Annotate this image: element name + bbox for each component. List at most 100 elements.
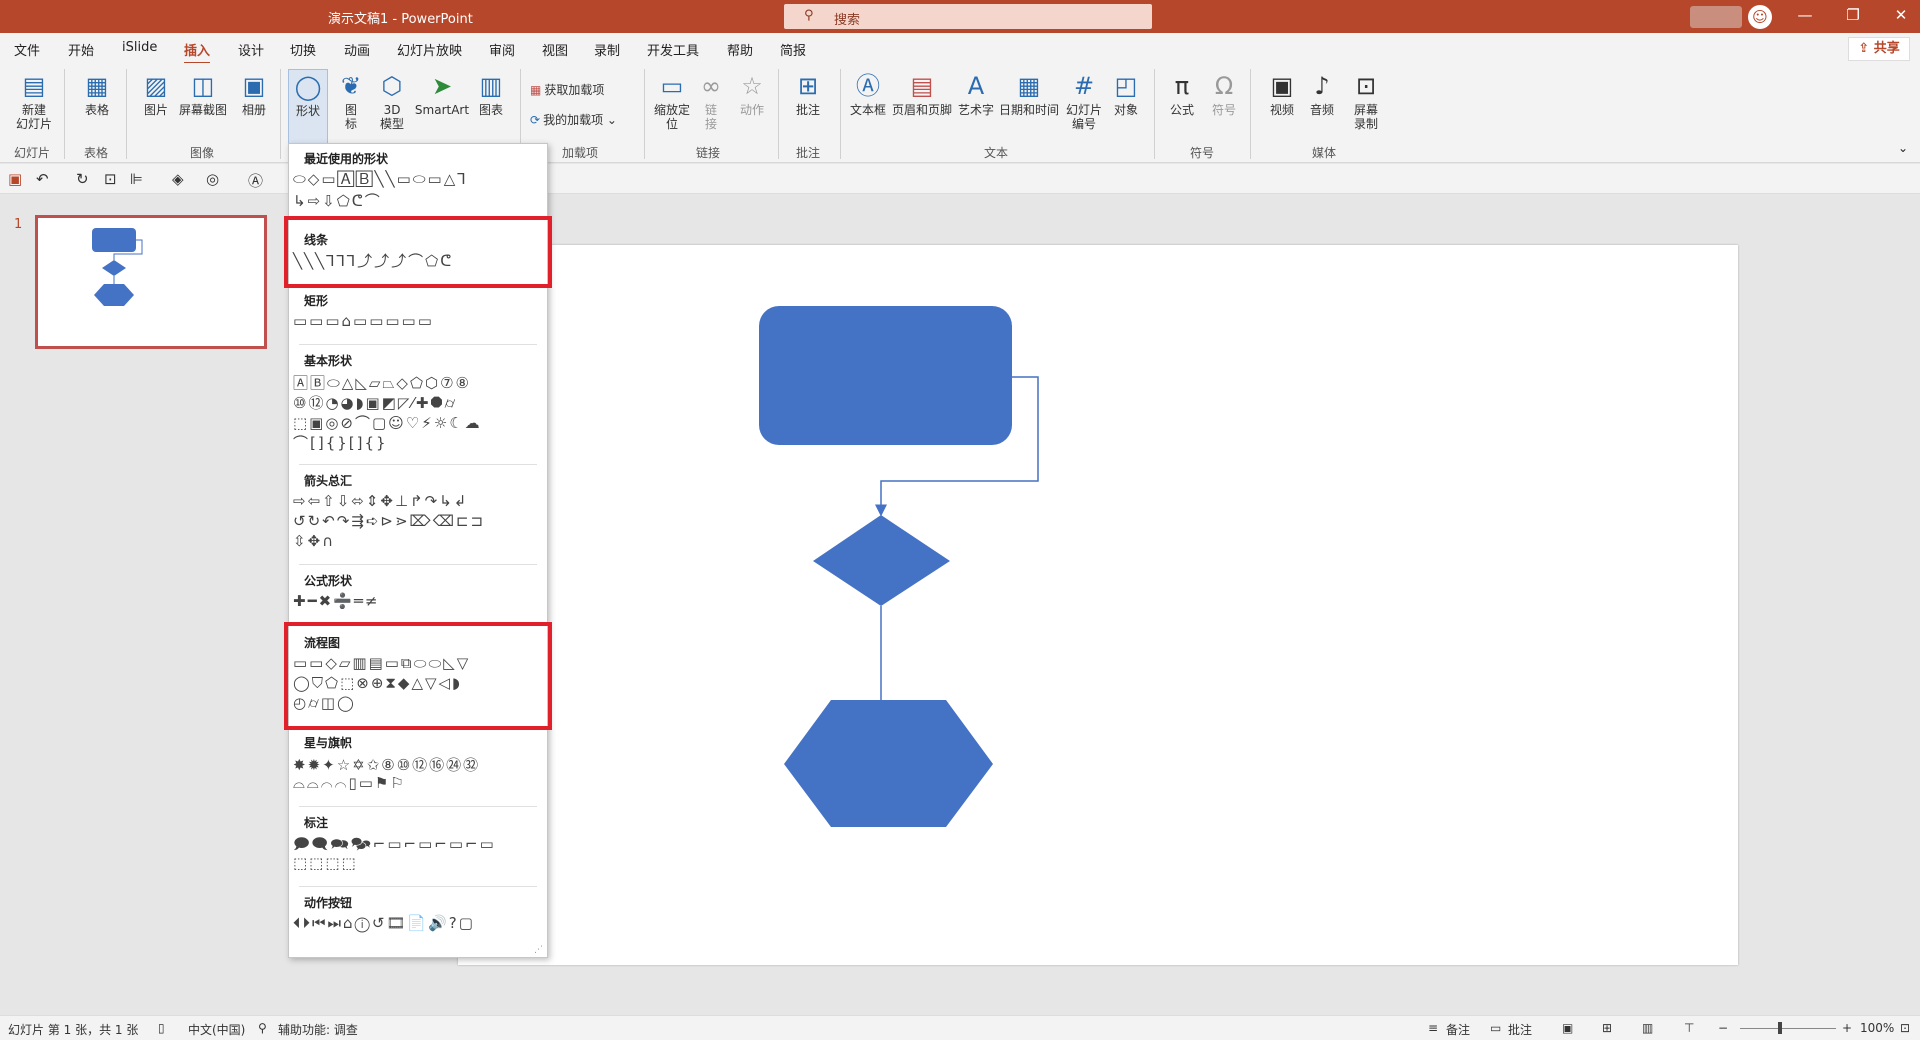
shapes-button[interactable]: ◯ 形状	[288, 69, 328, 147]
resize-grip-icon[interactable]: ⋰	[534, 945, 543, 955]
link-icon: ∞	[701, 72, 721, 100]
highlight-lines	[284, 216, 552, 288]
notes-button[interactable]: 备注	[1446, 1021, 1470, 1038]
album-button[interactable]: ▣ 相册	[234, 69, 274, 117]
slide-sorter-icon[interactable]: ⊞	[1602, 1021, 1612, 1035]
equation-button[interactable]: π 公式	[1164, 69, 1200, 117]
search-box[interactable]: ⚲ 搜索	[784, 4, 1152, 29]
audio-button[interactable]: ♪ 音频	[1304, 69, 1340, 117]
tab-review[interactable]: 审阅	[489, 40, 515, 59]
spellcheck-icon[interactable]: ▯	[158, 1021, 165, 1035]
fill-color-icon[interactable]: ◈	[172, 170, 184, 188]
language[interactable]: 中文(中国)	[188, 1021, 245, 1038]
search-placeholder: 搜索	[834, 13, 861, 28]
accessibility-status[interactable]: 辅助功能: 调查	[278, 1021, 358, 1038]
basic-row-3[interactable]: ⬚▣◎⊘⌒▢☺♡⚡☼☾☁	[293, 412, 482, 433]
fit-slide-icon[interactable]: ⊡	[1900, 1021, 1910, 1035]
arrows-row-3[interactable]: ⇳✥∩	[293, 532, 335, 550]
tab-help[interactable]: 帮助	[727, 40, 753, 59]
tab-animations[interactable]: 动画	[344, 40, 370, 59]
basic-row-1[interactable]: 🄰🄱⬭△◺▱⏢◇⬠⬡⑦⑧	[293, 372, 471, 393]
comments-button[interactable]: 批注	[1508, 1021, 1532, 1038]
picture-button[interactable]: ▨ 图片	[132, 69, 180, 117]
rectangles-row[interactable]: ▭▭▭⌂▭▭▭▭▭	[293, 312, 434, 330]
datetime-button[interactable]: ▦ 日期和时间	[998, 69, 1060, 117]
wordart-button[interactable]: A 艺术字	[956, 69, 996, 117]
object-button[interactable]: ◰ 对象	[1108, 69, 1144, 117]
slideshow-icon[interactable]: ⊤	[1684, 1021, 1694, 1035]
tab-transitions[interactable]: 切换	[290, 40, 316, 59]
comment-button[interactable]: ⊞ 批注	[786, 69, 830, 117]
arrows-row-1[interactable]: ⇨⇦⇧⇩⬄⇕✥⊥↱↷↳↲	[293, 492, 468, 510]
arrows-row-2[interactable]: ↺↻↶↷⇶➪⊳⋗⌦⌫⊏⊐	[293, 512, 485, 530]
user-name[interactable]	[1690, 6, 1742, 28]
tab-brief[interactable]: 简报	[780, 40, 806, 59]
tab-insert[interactable]: 插入	[184, 40, 211, 65]
minimize-icon[interactable]: —	[1790, 6, 1820, 28]
get-addins-label: 获取加载项	[544, 83, 605, 97]
tab-slideshow[interactable]: 幻灯片放映	[397, 40, 462, 59]
tab-record[interactable]: 录制	[594, 40, 620, 59]
get-addins-button[interactable]: ▦ 获取加载项	[530, 81, 604, 98]
slide-thumbnail[interactable]	[35, 215, 267, 349]
table-button[interactable]: ▦ 表格	[72, 69, 122, 117]
screenshot-button[interactable]: ◫ 屏幕截图	[178, 69, 228, 117]
slide-canvas[interactable]	[458, 245, 1738, 965]
reading-view-icon[interactable]: ▥	[1642, 1021, 1653, 1035]
link-button[interactable]: ∞ 链 接	[696, 69, 726, 131]
shape-outline-icon[interactable]: ◎	[206, 170, 219, 188]
tab-developer[interactable]: 开发工具	[647, 40, 699, 59]
new-slide-button[interactable]: ▤ 新建 幻灯片	[8, 69, 60, 131]
restore-icon[interactable]: ❐	[1838, 6, 1868, 28]
avatar[interactable]: ☺	[1748, 5, 1772, 29]
hexagon-shape[interactable]	[784, 700, 993, 827]
stars-row-1[interactable]: ✸✹✦☆✡✩⑧⑩⑫⑯㉔㉜	[293, 754, 480, 775]
zoom-button[interactable]: ▭ 缩放定 位	[650, 69, 694, 131]
rounded-rectangle-shape[interactable]	[759, 306, 1012, 445]
save-icon[interactable]: ▣	[8, 170, 22, 188]
callouts-row-2[interactable]: ⬚⬚⬚⬚	[293, 854, 358, 872]
align-icon[interactable]: ⊫	[130, 170, 143, 188]
icons-button[interactable]: ❦ 图 标	[334, 69, 368, 131]
zoom-slider-thumb[interactable]	[1778, 1022, 1782, 1034]
slide-number-button[interactable]: # 幻灯片 编号	[1062, 69, 1106, 131]
smartart-button[interactable]: ➤ SmartArt	[414, 69, 470, 117]
undo-icon[interactable]: ↶	[36, 170, 49, 188]
my-addins-button[interactable]: ⟳ 我的加载项 ⌄	[530, 111, 617, 128]
shapes-label: 形状	[295, 104, 320, 118]
tab-design[interactable]: 设计	[238, 40, 264, 59]
screen-recording-button[interactable]: ⊡ 屏幕 录制	[1346, 69, 1386, 131]
tab-islide[interactable]: iSlide	[122, 40, 157, 55]
tab-file[interactable]: 文件	[14, 40, 40, 59]
textbox-button[interactable]: Ⓐ 文本框	[846, 69, 890, 117]
collapse-ribbon-icon[interactable]: ⌄	[1898, 141, 1908, 155]
action-buttons-row[interactable]: ⏴⏵⏮⏭⌂ⓘ↺🎞📄🔊?▢	[293, 914, 475, 932]
action-button[interactable]: ☆ 动作	[734, 69, 770, 117]
video-button[interactable]: ▣ 视频	[1264, 69, 1300, 117]
recent-shapes-row-2[interactable]: ↳⇨⇩⬠ᕦ⌒	[293, 190, 382, 211]
header-footer-button[interactable]: ▤ 页眉和页脚	[890, 69, 954, 117]
present-icon[interactable]: ⊡	[104, 170, 117, 188]
zoom-out-icon[interactable]: −	[1718, 1021, 1728, 1035]
stars-row-2[interactable]: ⌓⌓⌒⌒▯▭⚑⚐	[293, 774, 406, 792]
basic-row-4[interactable]: ⌒[]{}[]{}	[293, 432, 388, 453]
share-button[interactable]: ⇪ 共享	[1848, 37, 1910, 61]
basic-row-2[interactable]: ⑩⑫◔◕◗▣◩◸⁄✚⯃⌭	[293, 392, 457, 413]
title-bar: 演示文稿1 - PowerPoint ⚲ 搜索 ☺ — ❐ ✕	[0, 0, 1920, 33]
normal-view-icon[interactable]: ▣	[1562, 1021, 1573, 1035]
redo-icon[interactable]: ↻	[76, 170, 89, 188]
tab-view[interactable]: 视图	[542, 40, 568, 59]
equation-row[interactable]: ✚━✖➗═≠	[293, 592, 379, 610]
tab-home[interactable]: 开始	[68, 40, 94, 59]
zoom-slider[interactable]	[1740, 1028, 1836, 1029]
chart-button[interactable]: ▥ 图表	[474, 69, 508, 117]
diamond-shape[interactable]	[813, 515, 950, 606]
3d-model-button[interactable]: ⬡ 3D 模型	[372, 69, 412, 131]
recent-shapes-row-1[interactable]: ⬭◇▭🄰🄱╲╲▭⬭▭△⅂	[293, 170, 468, 188]
zoom-in-icon[interactable]: +	[1842, 1021, 1852, 1035]
textbox-qat-icon[interactable]: Ⓐ	[248, 170, 263, 191]
wordart-label: 艺术字	[957, 103, 994, 117]
symbol-button[interactable]: Ω 符号	[1206, 69, 1242, 117]
zoom-level[interactable]: 100%	[1860, 1021, 1894, 1035]
close-icon[interactable]: ✕	[1886, 6, 1916, 28]
